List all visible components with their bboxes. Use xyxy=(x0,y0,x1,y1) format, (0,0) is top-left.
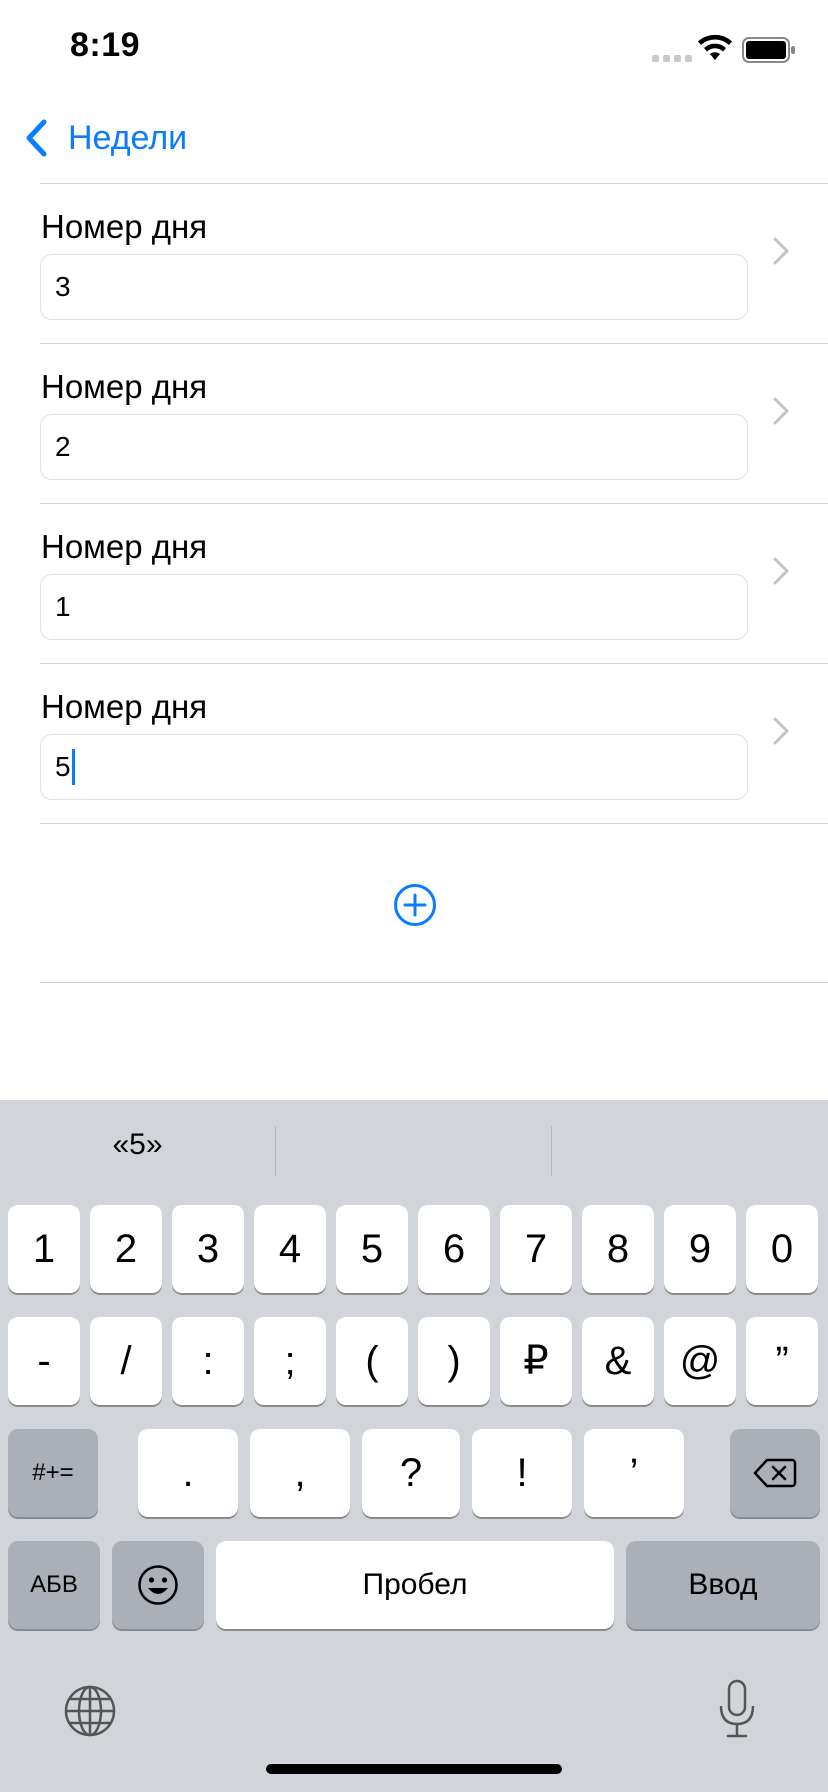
chevron-right-icon xyxy=(773,237,789,265)
key-semicolon[interactable]: ; xyxy=(254,1317,326,1405)
key-comma[interactable]: , xyxy=(250,1429,350,1517)
emoji-icon xyxy=(138,1565,178,1605)
microphone-icon[interactable] xyxy=(716,1678,758,1742)
key-more-symbols[interactable]: #+= xyxy=(8,1429,98,1517)
key-period[interactable]: . xyxy=(138,1429,238,1517)
home-indicator xyxy=(266,1764,562,1774)
return-key[interactable]: Ввод xyxy=(626,1541,820,1629)
row-label: Номер дня xyxy=(41,528,208,565)
field-value: 1 xyxy=(55,591,71,622)
text-caret xyxy=(71,748,75,785)
separator xyxy=(40,982,828,983)
key-1[interactable]: 1 xyxy=(8,1205,80,1293)
key-5[interactable]: 5 xyxy=(336,1205,408,1293)
key-8[interactable]: 8 xyxy=(582,1205,654,1293)
list-item[interactable]: Номер дня 3 xyxy=(0,184,828,344)
key-close-paren[interactable]: ) xyxy=(418,1317,490,1405)
separator xyxy=(40,823,828,824)
delete-icon xyxy=(753,1458,797,1488)
key-0[interactable]: 0 xyxy=(746,1205,818,1293)
day-number-field[interactable]: 3 xyxy=(40,254,748,320)
key-colon[interactable]: : xyxy=(172,1317,244,1405)
chevron-right-icon xyxy=(773,557,789,585)
key-question[interactable]: ? xyxy=(362,1429,460,1517)
back-label: Недели xyxy=(68,118,188,157)
key-open-paren[interactable]: ( xyxy=(336,1317,408,1405)
chevron-right-icon xyxy=(773,717,789,745)
chevron-left-icon xyxy=(26,119,47,157)
key-hyphen[interactable]: - xyxy=(8,1317,80,1405)
row-label: Номер дня xyxy=(41,208,208,245)
day-number-field[interactable]: 1 xyxy=(40,574,748,640)
chevron-right-icon xyxy=(773,397,789,425)
key-slash[interactable]: / xyxy=(90,1317,162,1405)
suggestion-bar: «5» xyxy=(0,1100,828,1200)
row-label: Номер дня xyxy=(41,368,208,405)
battery-icon xyxy=(742,37,795,63)
key-exclamation[interactable]: ! xyxy=(472,1429,572,1517)
delete-key[interactable] xyxy=(730,1429,820,1517)
list-item[interactable]: Номер дня 1 xyxy=(0,504,828,664)
add-circle-icon[interactable] xyxy=(393,883,437,927)
field-value: 2 xyxy=(55,431,71,462)
key-2[interactable]: 2 xyxy=(90,1205,162,1293)
key-ampersand[interactable]: & xyxy=(582,1317,654,1405)
wifi-icon xyxy=(698,34,732,60)
list-item[interactable]: Номер дня 5 xyxy=(0,664,828,824)
key-ruble[interactable]: ₽ xyxy=(500,1317,572,1405)
keyboard: «5» 1 2 3 4 5 6 7 8 9 0 - / : ; ( ) ₽ & … xyxy=(0,1100,828,1792)
key-quote[interactable]: ” xyxy=(746,1317,818,1405)
key-3[interactable]: 3 xyxy=(172,1205,244,1293)
back-button[interactable]: Недели xyxy=(22,118,187,158)
field-value: 3 xyxy=(55,271,71,302)
emoji-key[interactable] xyxy=(112,1541,204,1629)
key-at[interactable]: @ xyxy=(664,1317,736,1405)
day-number-field[interactable]: 2 xyxy=(40,414,748,480)
suggestion-1[interactable]: «5» xyxy=(0,1128,275,1162)
key-6[interactable]: 6 xyxy=(418,1205,490,1293)
globe-icon[interactable] xyxy=(63,1684,117,1738)
space-key[interactable]: Пробел xyxy=(216,1541,614,1629)
key-9[interactable]: 9 xyxy=(664,1205,736,1293)
list-item[interactable]: Номер дня 2 xyxy=(0,344,828,504)
status-time: 8:19 xyxy=(70,26,141,64)
suggestion-divider xyxy=(551,1126,552,1176)
row-label: Номер дня xyxy=(41,688,208,725)
field-value: 5 xyxy=(55,751,71,782)
key-4[interactable]: 4 xyxy=(254,1205,326,1293)
key-7[interactable]: 7 xyxy=(500,1205,572,1293)
key-apostrophe[interactable]: ’ xyxy=(584,1429,684,1517)
cellular-signal-icon xyxy=(652,55,692,62)
suggestion-divider xyxy=(275,1126,276,1176)
day-number-field-active[interactable]: 5 xyxy=(40,734,748,800)
key-letters[interactable]: АБВ xyxy=(8,1541,100,1629)
